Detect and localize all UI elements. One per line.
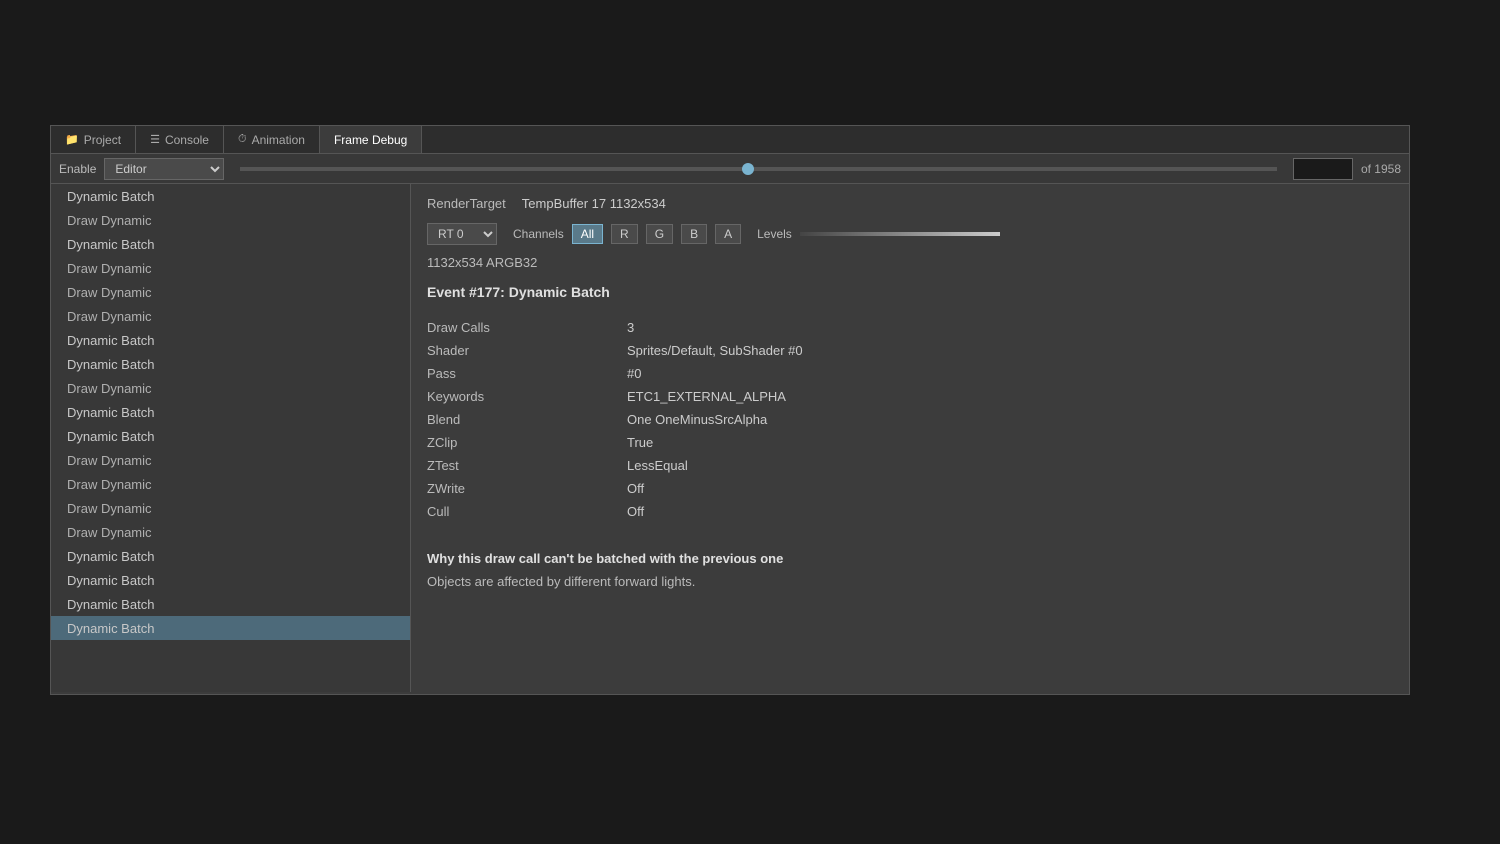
tab-project[interactable]: 📁 Project [51,126,136,153]
list-item[interactable]: Draw Dynamic [51,520,410,544]
tab-project-label: Project [84,133,121,147]
channel-btn-a[interactable]: A [715,224,741,244]
list-item[interactable]: Draw Dynamic [51,448,410,472]
toolbar: Enable Editor 177 of 1958 [51,154,1409,184]
property-row: BlendOne OneMinusSrcAlpha [427,408,1393,431]
list-item[interactable]: Draw Dynamic [51,496,410,520]
left-panel: Dynamic Batch Draw Dynamic Dynamic Batch… [51,184,411,692]
property-value: Off [627,500,1393,523]
frame-input[interactable]: 177 [1293,158,1353,180]
property-value: 3 [627,316,1393,339]
property-label: Keywords [427,385,627,408]
editor-dropdown[interactable]: Editor [104,158,224,180]
render-target-row: RenderTarget TempBuffer 17 1132x534 [427,196,1393,211]
list-item[interactable]: Dynamic Batch [51,544,410,568]
property-row: Draw Calls3 [427,316,1393,339]
list-item[interactable]: Dynamic Batch [51,232,410,256]
list-item[interactable]: Dynamic Batch [51,568,410,592]
console-icon: ☰ [150,133,160,146]
enable-label: Enable [59,162,96,176]
batch-warning-desc: Objects are affected by different forwar… [427,574,1393,589]
property-label: Cull [427,500,627,523]
list-item[interactable]: Dynamic Batch [51,328,410,352]
property-row: ZTestLessEqual [427,454,1393,477]
render-target-label: RenderTarget [427,196,506,211]
property-row: ZWriteOff [427,477,1393,500]
list-item[interactable]: Draw Dynamic [51,256,410,280]
property-row: CullOff [427,500,1393,523]
property-label: Blend [427,408,627,431]
render-target-value: TempBuffer 17 1132x534 [522,196,666,211]
list-item[interactable]: Draw Dynamic [51,208,410,232]
tab-console[interactable]: ☰ Console [136,126,224,153]
list-item[interactable]: Dynamic Batch [51,400,410,424]
list-item[interactable]: Draw Dynamic [51,280,410,304]
right-panel: RenderTarget TempBuffer 17 1132x534 RT 0… [411,184,1409,692]
property-label: ZClip [427,431,627,454]
property-row: KeywordsETC1_EXTERNAL_ALPHA [427,385,1393,408]
event-list[interactable]: Dynamic Batch Draw Dynamic Dynamic Batch… [51,184,410,692]
channels-label: Channels [513,227,564,241]
channels-row: RT 0 Channels All R G B A Levels [427,223,1393,245]
event-title: Event #177: Dynamic Batch [427,284,1393,300]
channel-btn-all[interactable]: All [572,224,603,244]
batch-warning-title: Why this draw call can't be batched with… [427,551,1393,566]
resolution-text: 1132x534 ARGB32 [427,255,1393,270]
frame-slider-track[interactable] [240,167,1277,171]
tab-frame-debug[interactable]: Frame Debug [320,126,422,153]
property-value: One OneMinusSrcAlpha [627,408,1393,431]
content-area: Dynamic Batch Draw Dynamic Dynamic Batch… [51,184,1409,692]
levels-slider[interactable] [800,232,1000,236]
tab-bar: 📁 Project ☰ Console ⏱ Animation Frame De… [51,126,1409,154]
property-label: Draw Calls [427,316,627,339]
frame-total: of 1958 [1361,162,1401,176]
list-item[interactable]: Dynamic Batch [51,424,410,448]
list-item[interactable]: Draw Dynamic [51,376,410,400]
properties-table: Draw Calls3ShaderSprites/Default, SubSha… [427,316,1393,523]
property-value: Sprites/Default, SubShader #0 [627,339,1393,362]
list-item[interactable]: Dynamic Batch [51,592,410,616]
property-row: Pass#0 [427,362,1393,385]
property-row: ZClipTrue [427,431,1393,454]
list-item[interactable]: Draw Dynamic [51,472,410,496]
property-value: Off [627,477,1393,500]
property-value: LessEqual [627,454,1393,477]
animation-icon: ⏱ [238,133,247,146]
property-row: ShaderSprites/Default, SubShader #0 [427,339,1393,362]
levels-label: Levels [757,227,792,241]
property-label: Shader [427,339,627,362]
levels-slider-fill [800,232,1000,236]
property-value: #0 [627,362,1393,385]
tab-animation-label: Animation [252,133,305,147]
property-value: ETC1_EXTERNAL_ALPHA [627,385,1393,408]
frame-slider-container [232,167,1285,171]
channel-btn-r[interactable]: R [611,224,638,244]
property-label: ZWrite [427,477,627,500]
rt-dropdown[interactable]: RT 0 [427,223,497,245]
list-item-selected[interactable]: Dynamic Batch [51,616,410,640]
property-value: True [627,431,1393,454]
tab-frame-debug-label: Frame Debug [334,133,407,147]
property-label: ZTest [427,454,627,477]
main-window: 📁 Project ☰ Console ⏱ Animation Frame De… [50,125,1410,695]
property-label: Pass [427,362,627,385]
batch-info: Why this draw call can't be batched with… [427,543,1393,589]
tab-animation[interactable]: ⏱ Animation [224,126,320,153]
project-icon: 📁 [65,133,79,146]
tab-console-label: Console [165,133,209,147]
list-item[interactable]: Dynamic Batch [51,352,410,376]
channel-btn-b[interactable]: B [681,224,707,244]
list-item[interactable]: Dynamic Batch [51,184,410,208]
channel-btn-g[interactable]: G [646,224,673,244]
frame-slider-thumb[interactable] [742,163,754,175]
list-item[interactable]: Draw Dynamic [51,304,410,328]
